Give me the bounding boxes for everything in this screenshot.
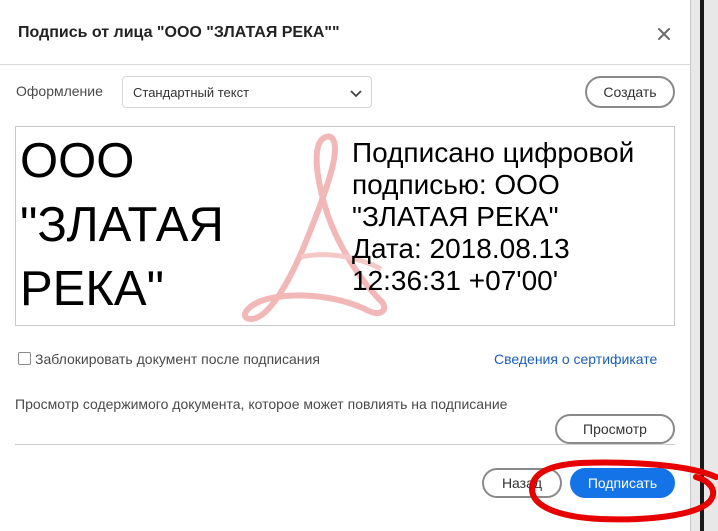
sign-dialog: Подпись от лица "ООО "ЗЛАТАЯ РЕКА"" Офор…	[0, 0, 690, 531]
divider	[15, 444, 675, 445]
signature-line: Дата: 2018.08.13	[352, 233, 570, 264]
signature-line: Подписано цифровой	[352, 137, 635, 168]
back-button[interactable]: Назад	[482, 468, 562, 498]
window-edge	[690, 0, 718, 531]
chevron-down-icon	[349, 87, 363, 99]
signer-name-large: ООО "ЗЛАТАЯ РЕКА"	[20, 134, 224, 316]
dialog-header: Подпись от лица "ООО "ЗЛАТАЯ РЕКА""	[0, 0, 690, 65]
signature-line: "ЗЛАТАЯ РЕКА"	[352, 201, 559, 232]
lock-document-label: Заблокировать документ после подписания	[35, 351, 320, 367]
lock-document-checkbox[interactable]	[18, 352, 31, 365]
signature-details: Подписано цифровой подписью: ООО "ЗЛАТАЯ…	[352, 137, 634, 297]
sign-button[interactable]: Подписать	[570, 468, 675, 498]
appearance-select-value: Стандартный текст	[133, 85, 250, 100]
signature-line: 12:36:31 +07'00'	[352, 265, 559, 296]
create-button[interactable]: Создать	[585, 76, 675, 108]
certificate-details-link[interactable]: Сведения о сертификате	[494, 351, 657, 367]
window-edge-line	[700, 0, 704, 531]
appearance-select[interactable]: Стандартный текст	[122, 76, 372, 108]
appearance-label: Оформление	[16, 83, 103, 99]
view-button[interactable]: Просмотр	[555, 414, 675, 444]
signature-preview: ООО "ЗЛАТАЯ РЕКА" Подписано цифровой под…	[15, 126, 675, 326]
signature-line: подписью: ООО	[352, 169, 560, 200]
close-icon[interactable]	[652, 22, 676, 46]
review-content-label: Просмотр содержимого документа, которое …	[15, 396, 508, 412]
dialog-title: Подпись от лица "ООО "ЗЛАТАЯ РЕКА""	[18, 24, 340, 41]
